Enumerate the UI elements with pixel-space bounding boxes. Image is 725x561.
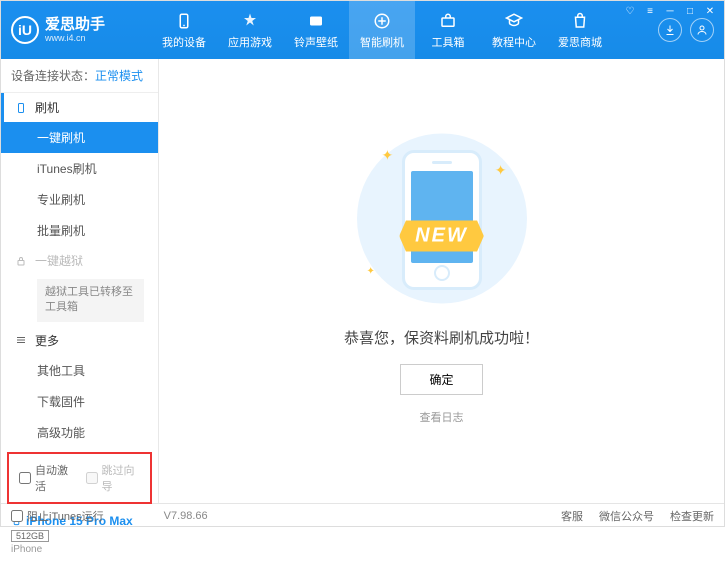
- footer-link-wechat[interactable]: 微信公众号: [599, 508, 654, 524]
- checkbox-block-itunes[interactable]: 阻止iTunes运行: [11, 508, 104, 524]
- sidebar-item-download-firmware[interactable]: 下载固件: [1, 386, 158, 417]
- lock-icon: [15, 255, 27, 267]
- sidebar-item-itunes-flash[interactable]: iTunes刷机: [1, 153, 158, 184]
- toolbox-icon: [438, 11, 458, 31]
- logo-area: iU 爱思助手 www.i4.cn: [11, 16, 151, 44]
- new-ribbon: NEW: [399, 221, 484, 252]
- checkbox-skip-guide[interactable]: 跳过向导: [86, 462, 141, 494]
- sidebar-item-pro-flash[interactable]: 专业刷机: [1, 184, 158, 215]
- view-log-link[interactable]: 查看日志: [420, 409, 464, 425]
- success-message: 恭喜您，保资料刷机成功啦！: [344, 327, 539, 348]
- tutorial-icon: [504, 11, 524, 31]
- storage-badge: 512GB: [11, 530, 49, 542]
- header: iU 爱思助手 www.i4.cn 我的设备 应用游戏 铃声壁纸 智能刷机 工具…: [1, 1, 724, 59]
- close-icon[interactable]: ✕: [703, 4, 717, 18]
- brand-url: www.i4.cn: [45, 33, 105, 43]
- minimize-icon[interactable]: ─: [663, 4, 677, 18]
- download-button[interactable]: [658, 18, 682, 42]
- brand-title: 爱思助手: [45, 17, 105, 34]
- sidebar-section-more[interactable]: 更多: [1, 326, 158, 355]
- main-content: ✦ ✦ ✦ NEW 恭喜您，保资料刷机成功啦！ 确定 查看日志: [159, 59, 724, 503]
- maximize-icon[interactable]: □: [683, 4, 697, 18]
- sidebar-item-advanced[interactable]: 高级功能: [1, 417, 158, 448]
- sidebar-section-jailbreak: 一键越狱: [1, 246, 158, 275]
- checkbox-auto-activate[interactable]: 自动激活: [19, 462, 74, 494]
- store-icon: [570, 11, 590, 31]
- version-label: V7.98.66: [164, 510, 208, 522]
- footer-link-update[interactable]: 检查更新: [670, 508, 714, 524]
- menu-icon[interactable]: ≡: [643, 4, 657, 18]
- gift-icon[interactable]: ♡: [623, 4, 637, 18]
- sidebar: 设备连接状态：正常模式 刷机 一键刷机 iTunes刷机 专业刷机 批量刷机 一…: [1, 59, 159, 503]
- device-status: 设备连接状态：正常模式: [1, 59, 158, 93]
- nav-tab-apps[interactable]: 应用游戏: [217, 1, 283, 59]
- nav-tabs: 我的设备 应用游戏 铃声壁纸 智能刷机 工具箱 教程中心 爱思商城: [151, 1, 658, 59]
- nav-tab-device[interactable]: 我的设备: [151, 1, 217, 59]
- footer-link-support[interactable]: 客服: [561, 508, 583, 524]
- sidebar-item-other-tools[interactable]: 其他工具: [1, 355, 158, 386]
- jailbreak-note: 越狱工具已转移至工具箱: [37, 279, 144, 322]
- sidebar-item-oneclick-flash[interactable]: 一键刷机: [1, 122, 158, 153]
- nav-tab-ringtone[interactable]: 铃声壁纸: [283, 1, 349, 59]
- nav-tab-tutorial[interactable]: 教程中心: [481, 1, 547, 59]
- nav-tab-flash[interactable]: 智能刷机: [349, 1, 415, 59]
- nav-tab-store[interactable]: 爱思商城: [547, 1, 613, 59]
- sidebar-section-flash[interactable]: 刷机: [1, 93, 158, 122]
- apps-icon: [240, 11, 260, 31]
- sidebar-item-batch-flash[interactable]: 批量刷机: [1, 215, 158, 246]
- nav-tab-toolbox[interactable]: 工具箱: [415, 1, 481, 59]
- user-button[interactable]: [690, 18, 714, 42]
- device-type: iPhone: [11, 544, 148, 555]
- ok-button[interactable]: 确定: [400, 364, 482, 395]
- device-icon: [174, 11, 194, 31]
- menu-lines-icon: [15, 334, 27, 346]
- success-illustration: ✦ ✦ ✦ NEW: [352, 137, 532, 317]
- phone-icon: [15, 102, 27, 114]
- logo-icon: iU: [11, 16, 39, 44]
- checkbox-highlight-box: 自动激活 跳过向导: [7, 452, 152, 504]
- ringtone-icon: [306, 11, 326, 31]
- flash-icon: [372, 11, 392, 31]
